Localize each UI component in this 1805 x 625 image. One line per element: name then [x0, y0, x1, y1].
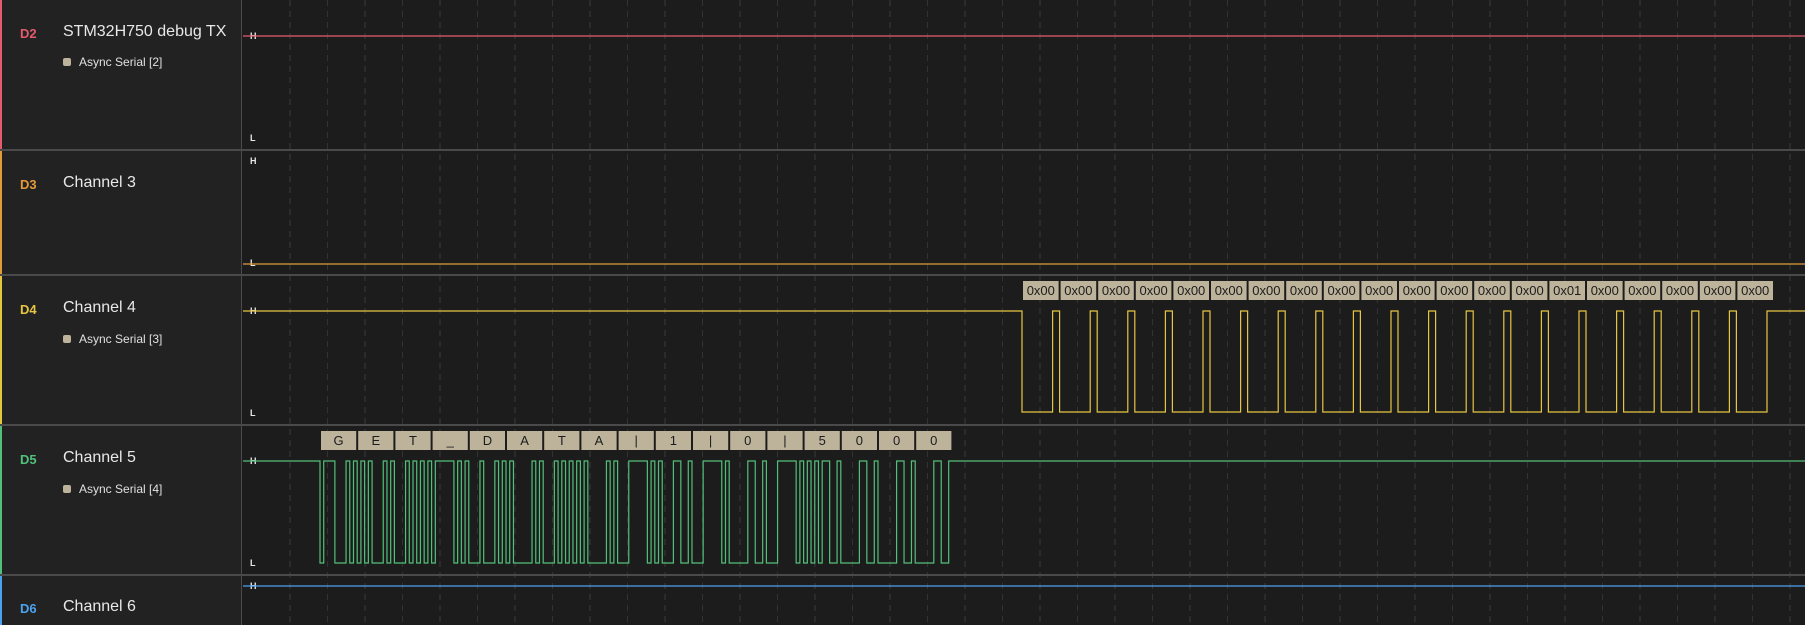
row-separator	[0, 274, 1805, 276]
analyzer-tag[interactable]: Async Serial [3]	[63, 332, 162, 346]
decoded-char-label: E	[371, 433, 380, 448]
decoded-byte-label: 0x00	[1741, 283, 1769, 298]
channel-row-d3[interactable]: D3 Channel 3	[0, 150, 242, 275]
channel-color-bar	[0, 150, 2, 275]
row-separator	[0, 424, 1805, 426]
decoded-byte-label: 0x00	[1027, 283, 1055, 298]
channel-id: D4	[20, 302, 37, 317]
decoded-char-label: T	[558, 433, 566, 448]
decoded-char-label: 1	[670, 433, 677, 448]
decoded-byte-label: 0x01	[1553, 283, 1581, 298]
decoded-byte-label: 0x00	[1290, 283, 1318, 298]
decoded-char-label: G	[334, 433, 344, 448]
logic-analyzer-window: D2 STM32H750 debug TX Async Serial [2] D…	[0, 0, 1805, 625]
decoded-byte-label: 0x00	[1215, 283, 1243, 298]
analyzer-dot-icon	[63, 485, 71, 493]
analyzer-tag[interactable]: Async Serial [4]	[63, 482, 162, 496]
channel-name[interactable]: Channel 5	[63, 449, 136, 467]
channel-name[interactable]: Channel 3	[63, 174, 136, 192]
channel-id: D5	[20, 452, 37, 467]
decoded-char-label: 0	[893, 433, 900, 448]
decoded-byte-label: 0x00	[1591, 283, 1619, 298]
decoded-char-label: _	[446, 433, 455, 448]
channel-name[interactable]: STM32H750 debug TX	[63, 23, 226, 41]
decoded-char-label: 5	[819, 433, 826, 448]
channel-row-d4[interactable]: D4 Channel 4 Async Serial [3]	[0, 275, 242, 425]
decoded-char-label: T	[409, 433, 417, 448]
decoded-byte-label: 0x00	[1478, 283, 1506, 298]
channel-row-d6[interactable]: D6 Channel 6	[0, 575, 242, 625]
waveform-area[interactable]: 0x00 0x00 0x00 0x00 0x00 0x00 0x00 0x00 0x00 0x00…	[243, 0, 1805, 625]
channel-color-bar	[0, 0, 2, 150]
decoded-char-label: |	[635, 433, 638, 448]
analyzer-label: Async Serial [4]	[79, 482, 163, 496]
decoded-byte-label: 0x00	[1177, 283, 1205, 298]
decoded-byte-label: 0x00	[1365, 283, 1393, 298]
decoded-char-label: |	[709, 433, 712, 448]
decoded-char-label: A	[595, 433, 604, 448]
row-separator	[0, 574, 1805, 576]
channel-id: D6	[20, 601, 37, 616]
decoded-char-label: |	[783, 433, 786, 448]
row-separator	[0, 149, 1805, 151]
decoded-byte-label: 0x00	[1703, 283, 1731, 298]
decoded-char-label: 0	[930, 433, 937, 448]
analyzer-label: Async Serial [3]	[79, 332, 163, 346]
decoded-byte-label: 0x00	[1327, 283, 1355, 298]
decoded-byte-label: 0x00	[1628, 283, 1656, 298]
decoded-byte-label: 0x00	[1064, 283, 1092, 298]
channel-color-bar	[0, 425, 2, 575]
channel-row-d5[interactable]: D5 Channel 5 Async Serial [4]	[0, 425, 242, 575]
decoded-byte-label: 0x00	[1139, 283, 1167, 298]
decoded-char-label: A	[520, 433, 529, 448]
decoded-byte-label: 0x00	[1515, 283, 1543, 298]
analyzer-dot-icon	[63, 335, 71, 343]
channel-color-bar	[0, 575, 2, 625]
channel-row-d2[interactable]: D2 STM32H750 debug TX Async Serial [2]	[0, 0, 242, 150]
decoded-byte-label: 0x00	[1102, 283, 1130, 298]
channel-id: D3	[20, 177, 37, 192]
decoded-byte-label: 0x00	[1403, 283, 1431, 298]
channel-id: D2	[20, 26, 37, 41]
decoded-byte-label: 0x00	[1252, 283, 1280, 298]
channel-color-bar	[0, 275, 2, 425]
decoded-char-label: 0	[856, 433, 863, 448]
channel-name[interactable]: Channel 6	[63, 598, 136, 616]
decoded-byte-label: 0x00	[1666, 283, 1694, 298]
decoded-byte-label: 0x00	[1440, 283, 1468, 298]
decoded-char-label: D	[483, 433, 492, 448]
channel-name[interactable]: Channel 4	[63, 299, 136, 317]
channel-label-panel: D2 STM32H750 debug TX Async Serial [2] D…	[0, 0, 242, 625]
analyzer-label: Async Serial [2]	[79, 55, 163, 69]
analyzer-tag[interactable]: Async Serial [2]	[63, 55, 162, 69]
decoded-char-label: 0	[744, 433, 751, 448]
analyzer-dot-icon	[63, 58, 71, 66]
